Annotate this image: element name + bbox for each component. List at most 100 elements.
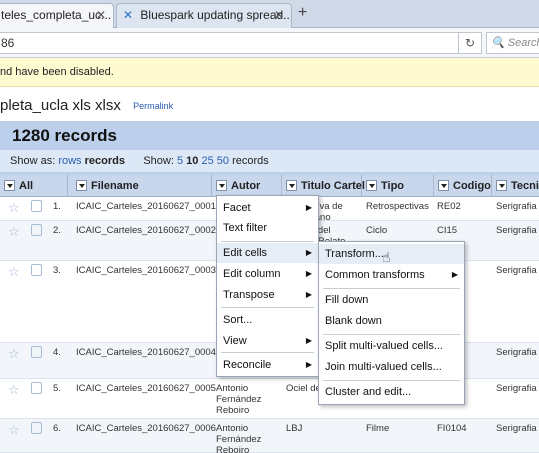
column-header-autor[interactable]: Autor	[212, 175, 282, 197]
menu-item-text-filter[interactable]: Text filter	[217, 218, 318, 238]
cell-codigo[interactable]: CI15	[437, 225, 457, 236]
menu-label: Join multi-valued cells...	[325, 361, 442, 373]
tab-openrefine[interactable]: teles_completa_uc... ✕	[0, 3, 114, 28]
page-size-10: 10	[186, 155, 199, 167]
cell-tecnica[interactable]: Serigrafia	[496, 265, 537, 276]
menu-item-edit-cells[interactable]: Edit cells ▶	[217, 243, 318, 263]
search-placeholder: Search	[507, 37, 539, 49]
flag-icon[interactable]	[31, 264, 42, 276]
cell-tipo[interactable]: Retrospectivas	[366, 201, 429, 212]
star-icon[interactable]: ☆	[8, 422, 20, 438]
menu-label: Facet	[223, 202, 251, 214]
tab-bluespark[interactable]: ✕ Bluespark updating spread... ✕	[116, 3, 292, 28]
search-input[interactable]: 🔍 Search	[486, 32, 539, 54]
table-header: All Filename Autor Titulo Cartel Tipo Co…	[0, 175, 539, 197]
dropdown-icon[interactable]	[4, 179, 15, 191]
column-header-filename[interactable]: Filename	[68, 175, 212, 197]
menu-separator	[323, 380, 460, 381]
menu-item-split-multi-valued[interactable]: Split multi-valued cells...	[319, 336, 464, 356]
column-header-codigo[interactable]: Codigo	[434, 175, 492, 197]
menu-label: Transpose	[223, 289, 275, 301]
cell-codigo[interactable]: FI0104	[437, 423, 467, 434]
menu-item-cluster-and-edit[interactable]: Cluster and edit...	[319, 382, 464, 402]
star-icon[interactable]: ☆	[8, 200, 20, 216]
cell-tecnica[interactable]: Serigrafia	[496, 225, 537, 236]
row-number: 5.	[53, 383, 61, 394]
menu-item-common-transforms[interactable]: Common transforms ▶	[319, 265, 464, 285]
menu-item-fill-down[interactable]: Fill down	[319, 290, 464, 310]
menu-item-facet[interactable]: Facet ▶	[217, 198, 318, 218]
flag-icon[interactable]	[31, 382, 42, 394]
column-header-tipo[interactable]: Tipo	[362, 175, 434, 197]
star-icon[interactable]: ☆	[8, 346, 20, 362]
menu-label: Transform...	[325, 248, 384, 260]
bluespark-icon: ✕	[123, 8, 134, 22]
rows-mode-link[interactable]: rows	[58, 155, 81, 167]
star-icon[interactable]: ☆	[8, 224, 20, 240]
menu-separator	[323, 288, 460, 289]
submenu-arrow-icon: ▶	[451, 270, 458, 279]
dropdown-icon[interactable]	[496, 179, 507, 191]
cell-filename[interactable]: ICAIC_Carteles_20160627_0001	[76, 201, 216, 212]
flag-icon[interactable]	[31, 200, 42, 212]
menu-item-blank-down[interactable]: Blank down	[319, 311, 464, 331]
submenu-arrow-icon: ▶	[305, 203, 312, 212]
star-icon[interactable]: ☆	[8, 382, 20, 398]
cell-autor[interactable]: Antonio Fernández Reboiro	[216, 423, 261, 453]
cell-filename[interactable]: ICAIC_Carteles_20160627_0003	[76, 265, 216, 276]
cell-autor[interactable]: Antonio Fernández Reboiro	[216, 383, 261, 416]
menu-item-edit-column[interactable]: Edit column ▶	[217, 264, 318, 284]
column-header-tecnica[interactable]: Tecni	[492, 175, 539, 197]
permalink-link[interactable]: Permalink	[133, 101, 173, 111]
new-tab-button[interactable]: +	[298, 4, 307, 22]
dropdown-icon[interactable]	[366, 179, 377, 191]
cell-filename[interactable]: ICAIC_Carteles_20160627_0006	[76, 423, 216, 434]
cell-filename[interactable]: ICAIC_Carteles_20160627_0002	[76, 225, 216, 236]
flag-icon[interactable]	[31, 422, 42, 434]
cell-filename[interactable]: ICAIC_Carteles_20160627_0004	[76, 347, 216, 358]
cell-tipo[interactable]: Ciclo	[366, 225, 387, 236]
notice-bar: nd have been disabled.	[0, 58, 539, 87]
menu-item-view[interactable]: View ▶	[217, 331, 318, 351]
dropdown-icon[interactable]	[76, 179, 87, 191]
flag-icon[interactable]	[31, 224, 42, 236]
page-size-25[interactable]: 25	[201, 155, 213, 167]
page-size-50[interactable]: 50	[217, 155, 229, 167]
menu-label: Common transforms	[325, 269, 425, 281]
cell-tecnica[interactable]: Serigrafia	[496, 383, 537, 394]
menu-label: Sort...	[223, 314, 253, 326]
flag-icon[interactable]	[31, 346, 42, 358]
dropdown-icon[interactable]	[438, 179, 449, 191]
menu-item-sort[interactable]: Sort...	[217, 310, 318, 330]
browser-tab-bar: teles_completa_uc... ✕ ✕ Bluespark updat…	[0, 0, 539, 28]
page: teles_completa_uc... ✕ ✕ Bluespark updat…	[0, 0, 539, 453]
address-input[interactable]: 86	[0, 32, 462, 54]
menu-item-reconcile[interactable]: Reconcile ▶	[217, 355, 318, 375]
column-label: Tipo	[381, 180, 405, 192]
cell-tecnica[interactable]: Serigrafia	[496, 423, 537, 434]
row-number: 3.	[53, 265, 61, 276]
records-mode-current: records	[84, 155, 125, 167]
cell-titulo[interactable]: LBJ	[286, 423, 302, 434]
dropdown-icon[interactable]	[216, 179, 227, 191]
star-icon[interactable]: ☆	[8, 264, 20, 280]
menu-separator	[323, 334, 460, 335]
reload-icon[interactable]: ↻	[458, 32, 482, 54]
cell-tecnica[interactable]: Serigrafia	[496, 201, 537, 212]
column-header-all[interactable]: All	[0, 175, 68, 197]
menu-item-join-multi-valued[interactable]: Join multi-valued cells...	[319, 357, 464, 377]
cell-codigo[interactable]: RE02	[437, 201, 461, 212]
tab-title: teles_completa_uc...	[1, 8, 112, 22]
menu-item-transform[interactable]: Transform...	[319, 244, 464, 264]
cell-filename[interactable]: ICAIC_Carteles_20160627_0005	[76, 383, 216, 394]
close-icon[interactable]: ✕	[274, 4, 284, 26]
dropdown-icon[interactable]	[286, 179, 297, 191]
close-icon[interactable]: ✕	[96, 4, 106, 26]
column-header-titulo-cartel[interactable]: Titulo Cartel	[282, 175, 365, 197]
cell-tecnica[interactable]: Serigrafia	[496, 347, 537, 358]
hand-cursor-icon: ☝	[382, 249, 391, 265]
menu-item-transpose[interactable]: Transpose ▶	[217, 285, 318, 305]
cell-tipo[interactable]: Filme	[366, 423, 389, 434]
page-size-5[interactable]: 5	[177, 155, 183, 167]
column-label: Tecni	[511, 180, 539, 192]
